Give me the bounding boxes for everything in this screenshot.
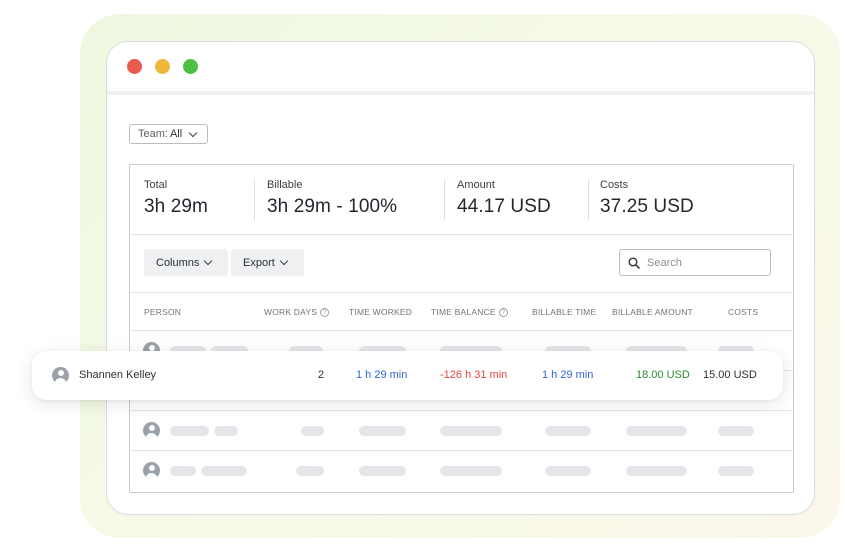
app-window: Team: All Total 3h 29m Billable 3h 29m -… xyxy=(106,41,815,515)
team-filter-label: Team: xyxy=(138,128,168,140)
team-filter-value: All xyxy=(169,128,183,140)
stat-costs-value: 37.25 USD xyxy=(600,196,694,217)
billable-time-value: 1 h 29 min xyxy=(542,369,594,381)
export-button[interactable]: Export xyxy=(231,249,304,276)
stat-divider xyxy=(444,179,445,220)
person-name: Shannen Kelley xyxy=(79,369,157,381)
minimize-window-dot[interactable] xyxy=(155,59,170,74)
stat-amount-value: 44.17 USD xyxy=(457,196,551,217)
stat-total-value: 3h 29m xyxy=(144,196,208,217)
table-toolbar: Columns Export Search xyxy=(130,235,793,293)
column-header-time-balance[interactable]: TIME BALANCE? xyxy=(431,307,508,317)
stat-divider xyxy=(254,179,255,220)
search-input[interactable]: Search xyxy=(619,249,771,276)
column-header-billable-time[interactable]: BILLABLE TIME xyxy=(532,307,596,317)
search-placeholder: Search xyxy=(647,256,682,269)
chevron-down-icon xyxy=(204,256,213,266)
help-icon[interactable]: ? xyxy=(320,307,330,317)
column-header-time-worked[interactable]: TIME WORKED xyxy=(349,307,412,317)
close-window-dot[interactable] xyxy=(127,59,142,74)
avatar-icon xyxy=(143,462,160,479)
stat-divider xyxy=(588,179,589,220)
stat-billable-label: Billable xyxy=(267,179,303,191)
highlighted-table-row[interactable]: Shannen Kelley 2 1 h 29 min -126 h 31 mi… xyxy=(32,351,783,400)
time-balance-value: -126 h 31 min xyxy=(440,369,508,381)
summary-stats: Total 3h 29m Billable 3h 29m - 100% Amou… xyxy=(130,165,793,235)
costs-value: 15.00 USD xyxy=(703,369,757,381)
chevron-down-icon xyxy=(279,256,289,266)
stat-billable-value: 3h 29m - 100% xyxy=(267,196,398,217)
avatar-icon xyxy=(52,367,69,384)
column-header-person[interactable]: PERSON xyxy=(144,307,181,317)
billable-amount-value: 18.00 USD xyxy=(636,369,690,381)
report-panel: Total 3h 29m Billable 3h 29m - 100% Amou… xyxy=(129,164,794,493)
stat-costs: Costs 37.25 USD xyxy=(600,179,694,218)
chevron-down-icon xyxy=(188,128,198,137)
team-filter-select[interactable]: Team: All xyxy=(129,124,208,144)
column-header-work-days[interactable]: WORK DAYS? xyxy=(264,307,330,317)
maximize-window-dot[interactable] xyxy=(183,59,198,74)
column-header-billable-amount[interactable]: BILLABLE AMOUNT xyxy=(612,307,693,317)
search-icon xyxy=(628,256,640,269)
window-titlebar xyxy=(107,42,814,95)
stat-amount: Amount 44.17 USD xyxy=(457,179,551,218)
table-row-placeholder xyxy=(130,451,793,491)
column-header-costs[interactable]: COSTS xyxy=(728,307,758,317)
columns-button[interactable]: Columns xyxy=(144,249,228,276)
table-row-placeholder xyxy=(130,411,793,451)
table-header: PERSON WORK DAYS? TIME WORKED TIME BALAN… xyxy=(130,293,793,331)
stat-costs-label: Costs xyxy=(600,179,629,191)
columns-button-label: Columns xyxy=(156,256,200,269)
stat-total: Total 3h 29m xyxy=(144,179,208,218)
export-button-label: Export xyxy=(243,256,275,269)
time-worked-value: 1 h 29 min xyxy=(356,369,408,381)
help-icon[interactable]: ? xyxy=(498,307,508,317)
work-days-value: 2 xyxy=(318,369,325,381)
stat-billable: Billable 3h 29m - 100% xyxy=(267,179,397,218)
stat-amount-label: Amount xyxy=(457,179,495,191)
avatar-icon xyxy=(143,422,160,439)
stat-total-label: Total xyxy=(144,179,168,191)
